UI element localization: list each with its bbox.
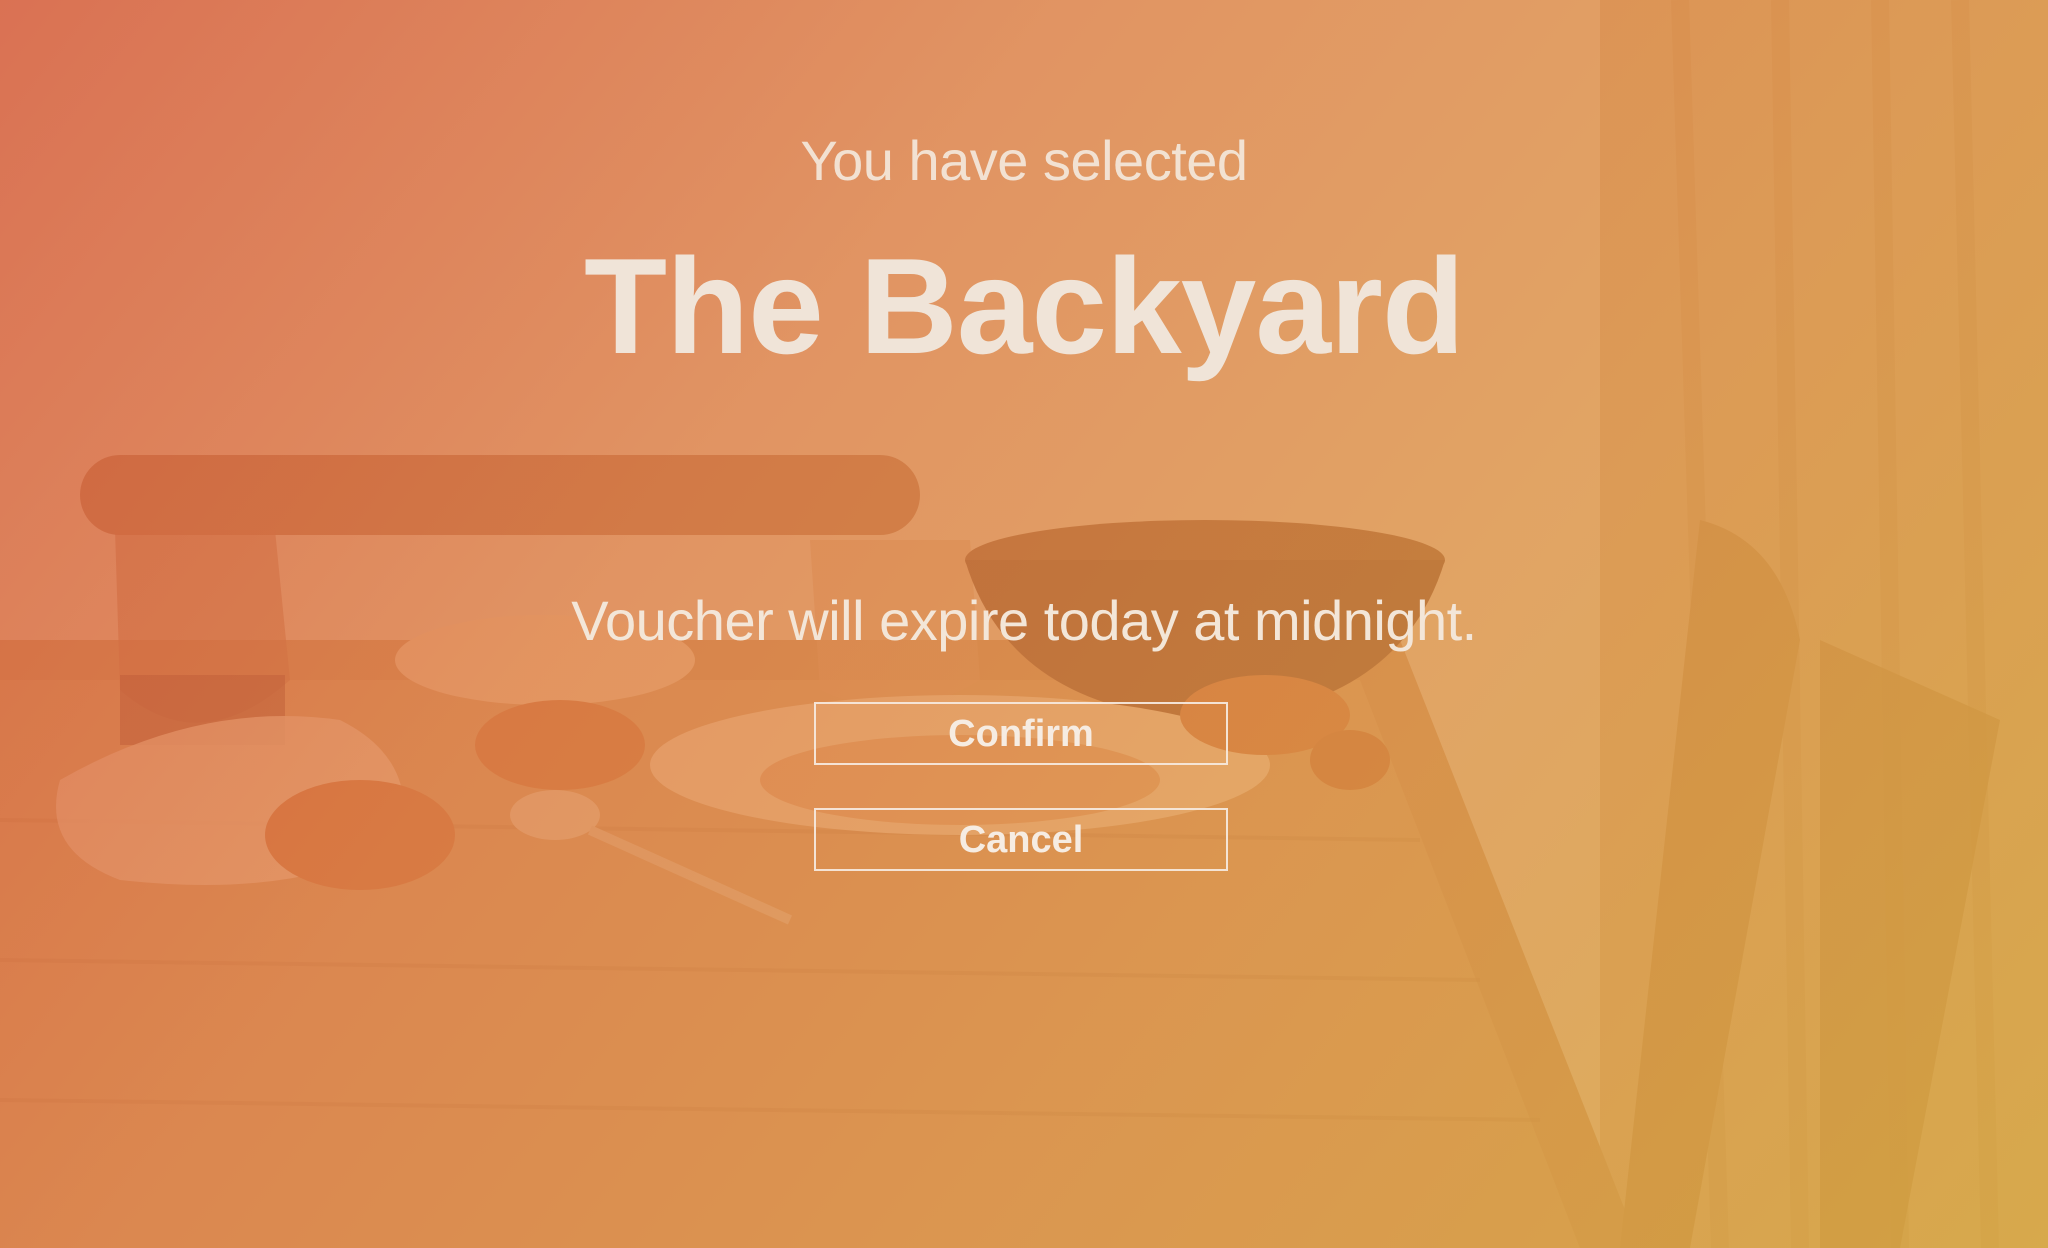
cancel-button[interactable]: Cancel [814, 808, 1228, 871]
expiry-notice: Voucher will expire today at midnight. [571, 589, 1477, 652]
selection-subtitle: You have selected [800, 129, 1248, 192]
confirm-button[interactable]: Confirm [814, 702, 1228, 765]
venue-title: The Backyard [584, 230, 1465, 382]
voucher-confirmation-dialog: You have selected The Backyard Voucher w… [0, 0, 2048, 1248]
